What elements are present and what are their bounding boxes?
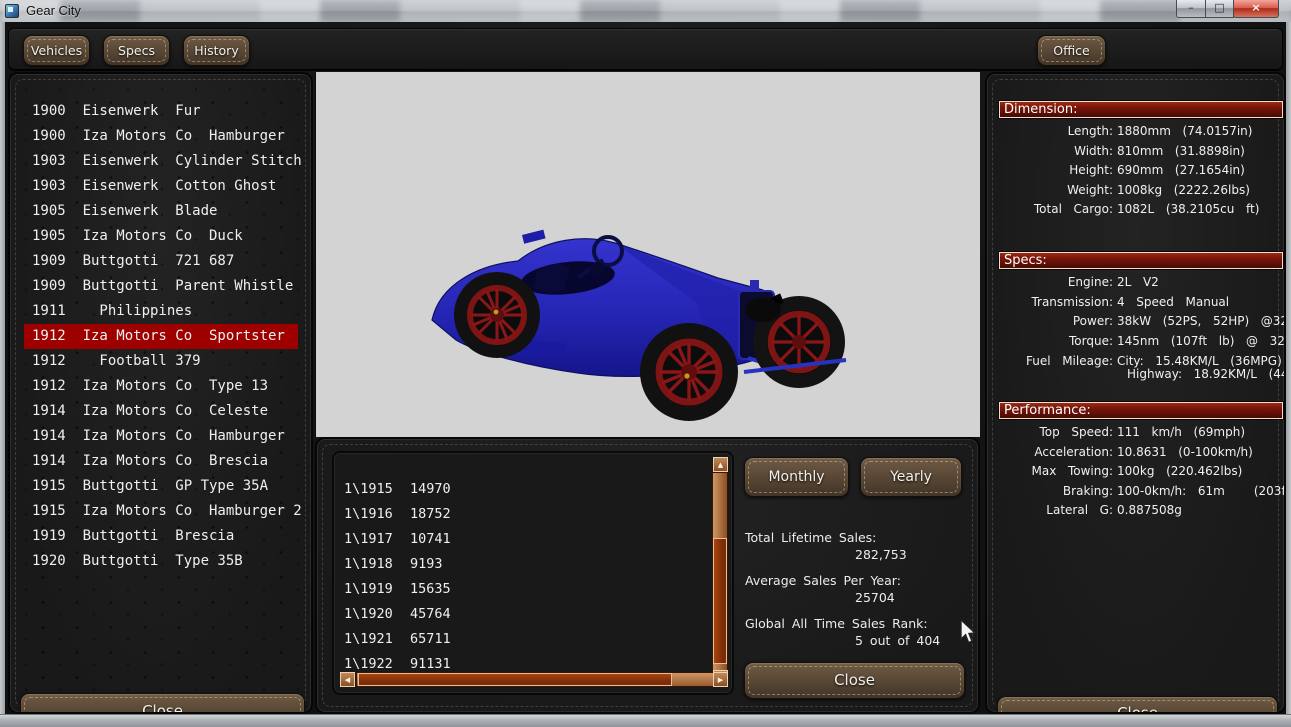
car-illustration: [316, 72, 981, 437]
stat-value: 282,753: [745, 546, 980, 563]
vertical-scrollbar-track[interactable]: [712, 472, 728, 686]
stat-label: Total Lifetime Sales:: [745, 529, 980, 546]
sales-close-button[interactable]: Close: [744, 662, 965, 699]
scroll-left-button[interactable]: ◀: [340, 672, 355, 687]
window-border-right: [1286, 22, 1291, 727]
vertical-scrollbar-thumb[interactable]: [713, 538, 727, 664]
sales-stats: Total Lifetime Sales: 282,753 Average Sa…: [745, 529, 980, 658]
sales-row[interactable]: 1\191710741: [344, 527, 710, 552]
stat-label: Average Sales Per Year:: [745, 572, 980, 589]
list-item[interactable]: 1909 Buttgotti 721 687: [24, 249, 298, 274]
scroll-up-button[interactable]: ▲: [713, 457, 728, 472]
list-item[interactable]: 1903 Eisenwerk Cylinder Stitch: [24, 149, 298, 174]
sales-row[interactable]: 1\192045764: [344, 602, 710, 627]
sales-rows: 1\191514970 1\191618752 1\191710741 1\19…: [344, 477, 710, 677]
details-close-button[interactable]: Close: [997, 696, 1278, 714]
specs-section: Specs: Engine:2L V2 Transmission:4 Speed…: [999, 252, 1280, 381]
list-item[interactable]: 1912 Football 379: [24, 349, 298, 374]
app-icon: [5, 4, 19, 18]
scroll-right-button[interactable]: ▶: [713, 672, 728, 687]
vehicle-list-close-button[interactable]: Close: [20, 693, 305, 714]
specs-button[interactable]: Specs: [103, 35, 170, 66]
list-item[interactable]: 1903 Eisenwerk Cotton Ghost: [24, 174, 298, 199]
list-item[interactable]: 1905 Eisenwerk Blade: [24, 199, 298, 224]
list-item[interactable]: 1914 Iza Motors Co Celeste: [24, 399, 298, 424]
list-item[interactable]: 1900 Iza Motors Co Hamburger: [24, 124, 298, 149]
list-item[interactable]: 1912 Iza Motors Co Type 13: [24, 374, 298, 399]
stat-value: 25704: [745, 589, 980, 606]
titlebar[interactable]: Gear City – □ ×: [0, 0, 1291, 22]
office-button[interactable]: Office: [1037, 35, 1106, 66]
sales-panel: . 1\191514970 1\191618752 1\191710741 1\…: [315, 437, 980, 714]
stat-label: Global All Time Sales Rank:: [745, 615, 980, 632]
list-item[interactable]: 1915 Iza Motors Co Hamburger 2: [24, 499, 298, 524]
list-item[interactable]: 1915 Buttgotti GP Type 35A: [24, 474, 298, 499]
window-controls: – □ ×: [1177, 0, 1279, 18]
horizontal-scrollbar-thumb[interactable]: [358, 673, 672, 686]
sales-row[interactable]: 1\191618752: [344, 502, 710, 527]
sales-row[interactable]: 1\191514970: [344, 477, 710, 502]
dimension-section: Dimension: Length:1880mm (74.0157in) Wid…: [999, 101, 1280, 220]
window-title: Gear City: [26, 3, 81, 18]
sales-row[interactable]: 1\192165711: [344, 627, 710, 652]
list-item[interactable]: 1900 Eisenwerk Fur: [24, 99, 298, 124]
list-item-selected[interactable]: 1912 Iza Motors Co Sportster: [24, 324, 298, 349]
list-item[interactable]: 1914 Iza Motors Co Hamburger: [24, 424, 298, 449]
client-area: Vehicles Specs History Office 1900 Eisen…: [5, 22, 1286, 714]
details-panel: Dimension: Length:1880mm (74.0157in) Wid…: [985, 72, 1286, 714]
vehicle-list: 1900 Eisenwerk Fur 1900 Iza Motors Co Ha…: [24, 99, 298, 574]
sales-listbox: . 1\191514970 1\191618752 1\191710741 1\…: [332, 451, 734, 695]
list-item[interactable]: 1911 Philippines: [24, 299, 298, 324]
sales-partial-row: .: [352, 463, 359, 471]
performance-header: Performance:: [999, 402, 1283, 419]
app-window: Gear City – □ × Vehicles Specs History O…: [0, 0, 1291, 727]
window-border-bottom: [0, 714, 1291, 727]
horizontal-scrollbar-track[interactable]: [356, 672, 728, 687]
vehicle-list-panel: 1900 Eisenwerk Fur 1900 Iza Motors Co Ha…: [8, 72, 313, 714]
performance-section: Performance: Top Speed:111 km/h (69mph) …: [999, 402, 1280, 521]
monthly-button[interactable]: Monthly: [744, 457, 849, 497]
specs-header: Specs:: [999, 252, 1283, 269]
list-item[interactable]: 1905 Iza Motors Co Duck: [24, 224, 298, 249]
vehicle-3d-view[interactable]: [315, 72, 980, 437]
history-button[interactable]: History: [183, 35, 250, 66]
sales-row[interactable]: 1\19189193: [344, 552, 710, 577]
list-item[interactable]: 1909 Buttgotti Parent Whistle: [24, 274, 298, 299]
window-close-button[interactable]: ×: [1233, 0, 1279, 18]
list-item[interactable]: 1919 Buttgotti Brescia: [24, 524, 298, 549]
titlebar-glass: [0, 0, 1291, 22]
list-item[interactable]: 1914 Iza Motors Co Brescia: [24, 449, 298, 474]
minimize-button[interactable]: –: [1176, 0, 1206, 18]
yearly-button[interactable]: Yearly: [860, 457, 962, 497]
vehicles-button[interactable]: Vehicles: [23, 35, 90, 66]
sales-row[interactable]: 1\191915635: [344, 577, 710, 602]
stat-value: 5 out of 404: [745, 632, 980, 649]
maximize-button[interactable]: □: [1205, 0, 1234, 18]
list-item[interactable]: 1920 Buttgotti Type 35B: [24, 549, 298, 574]
dimension-header: Dimension:: [999, 101, 1283, 118]
